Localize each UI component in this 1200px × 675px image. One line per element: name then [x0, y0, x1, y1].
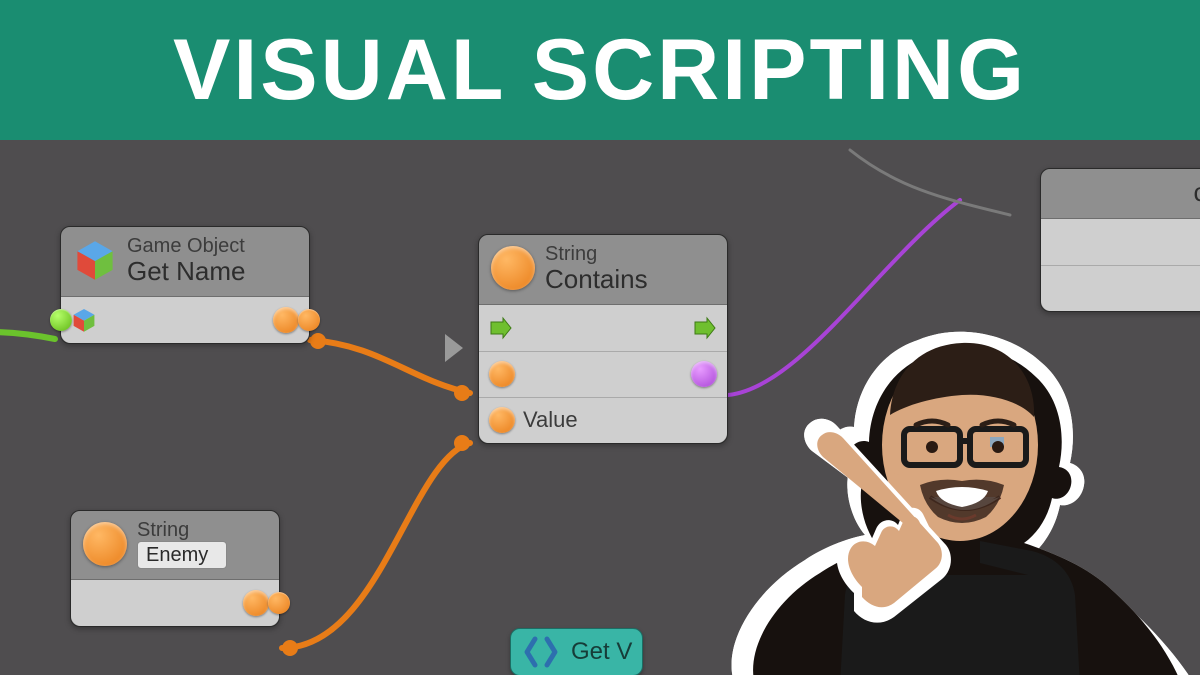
node-header: String Enemy: [71, 511, 279, 579]
row-target[interactable]: [61, 297, 309, 343]
row-out[interactable]: [71, 580, 279, 626]
orange-circle-icon: [491, 246, 535, 290]
exec-triangle-icon: [445, 334, 463, 362]
node-title: Contains: [545, 265, 648, 294]
node-get-variable-partial[interactable]: Get V: [510, 628, 643, 675]
node-category: Game Object: [127, 235, 246, 257]
output-port-string[interactable]: [243, 590, 269, 616]
banner-title: VISUAL SCRIPTING: [173, 21, 1027, 120]
string-value-field[interactable]: Enemy: [137, 541, 227, 569]
node-string-literal[interactable]: String Enemy: [70, 510, 280, 627]
output-port-name[interactable]: [273, 307, 299, 333]
node-label-fragment: Get V: [571, 638, 632, 666]
row-label: Value: [523, 407, 578, 433]
cube-small-icon: [71, 307, 97, 333]
node-category: String: [545, 243, 648, 265]
output-port-ext[interactable]: [268, 592, 290, 614]
node-category: String: [137, 519, 227, 541]
input-port-value[interactable]: [489, 407, 515, 433]
presenter-person: [640, 125, 1200, 675]
node-get-name[interactable]: Game Object Get Name: [60, 226, 310, 344]
flow-in-arrow-icon: [489, 316, 513, 340]
orange-circle-icon: [83, 522, 127, 566]
node-header: Game Object Get Name: [61, 227, 309, 296]
title-banner: VISUAL SCRIPTING: [0, 0, 1200, 140]
cube-icon: [73, 238, 117, 282]
node-title: Get Name: [127, 257, 246, 286]
input-port-string[interactable]: [489, 361, 515, 387]
brackets-icon: [521, 635, 561, 669]
input-port-target[interactable]: [50, 309, 72, 331]
output-port-ext[interactable]: [298, 309, 320, 331]
